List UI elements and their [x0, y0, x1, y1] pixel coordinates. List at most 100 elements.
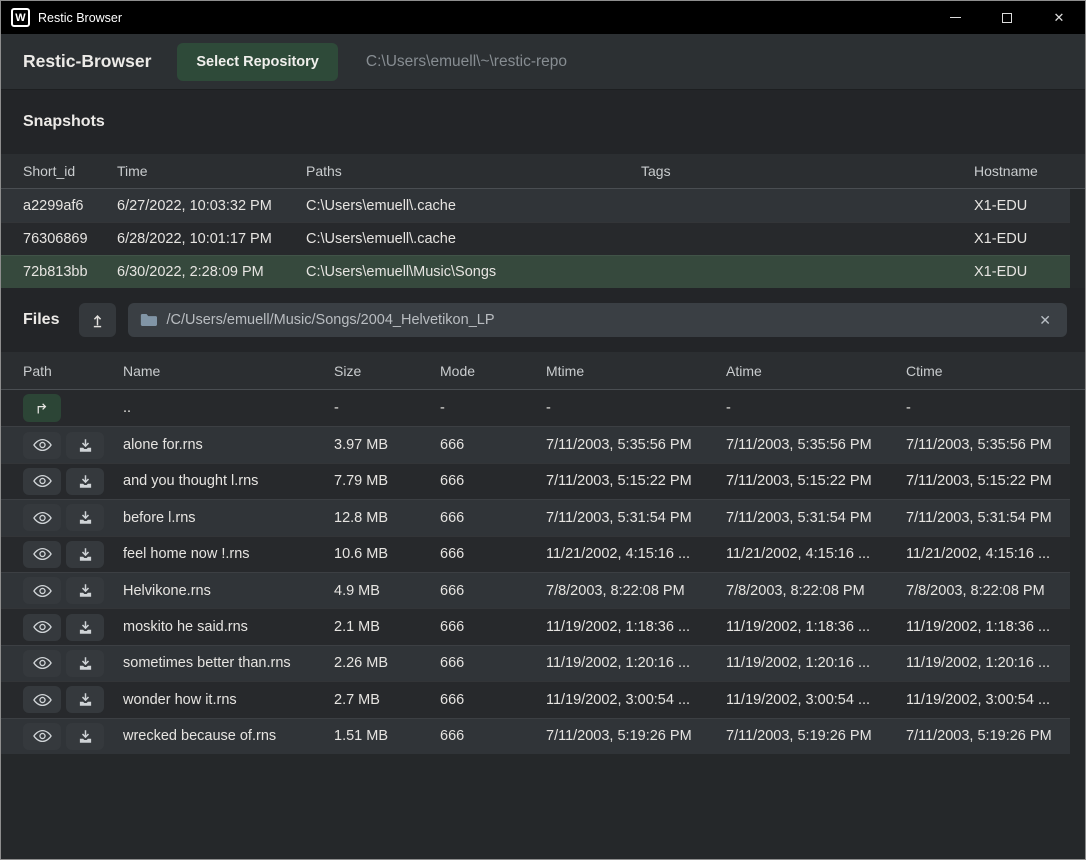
view-file-button[interactable]: [23, 541, 61, 568]
snapshot-paths-cell: C:\Users\emuell\.cache: [306, 189, 641, 222]
eye-icon: [33, 474, 52, 488]
wails-logo-icon: W: [11, 8, 30, 27]
window-title: Restic Browser: [38, 11, 929, 25]
close-icon: ✕: [1054, 11, 1065, 24]
file-ctime-cell: 11/19/2002, 1:20:16 ...: [906, 646, 1070, 681]
view-file-button[interactable]: [23, 577, 61, 604]
file-row[interactable]: before l.rns12.8 MB6667/11/2003, 5:31:54…: [1, 499, 1070, 535]
file-name-cell: wrecked because of.rns: [123, 719, 334, 754]
snapshot-row[interactable]: a2299af66/27/2022, 10:03:32 PMC:\Users\e…: [1, 189, 1070, 222]
file-row[interactable]: Helvikone.rns4.9 MB6667/8/2003, 8:22:08 …: [1, 572, 1070, 608]
file-ctime-cell: 11/19/2002, 1:18:36 ...: [906, 609, 1070, 644]
window-controls: ✕: [929, 1, 1085, 34]
eye-icon: [33, 729, 52, 743]
file-mode-cell: 666: [440, 537, 546, 572]
download-file-button[interactable]: [66, 650, 104, 677]
view-file-button[interactable]: [23, 614, 61, 641]
file-atime-cell: 11/19/2002, 3:00:54 ...: [726, 682, 906, 717]
file-name-cell: and you thought l.rns: [123, 464, 334, 499]
download-file-button[interactable]: [66, 504, 104, 531]
maximize-icon: [1002, 13, 1012, 23]
view-file-button[interactable]: [23, 432, 61, 459]
view-file-button[interactable]: [23, 650, 61, 677]
app-title: Restic-Browser: [23, 51, 151, 72]
view-file-button[interactable]: [23, 723, 61, 750]
snapshots-title: Snapshots: [23, 113, 105, 131]
path-input[interactable]: [166, 312, 1026, 328]
file-row-parent[interactable]: ..-----: [1, 390, 1070, 426]
maximize-button[interactable]: [981, 1, 1033, 34]
file-ctime-cell: 7/11/2003, 5:15:22 PM: [906, 464, 1070, 499]
snapshots-table-body: a2299af66/27/2022, 10:03:32 PMC:\Users\e…: [1, 189, 1070, 288]
eye-icon: [33, 511, 52, 525]
eye-icon: [33, 438, 52, 452]
download-icon: [78, 729, 93, 744]
snapshot-short-id-cell: 76306869: [23, 223, 117, 255]
file-size-cell: 2.1 MB: [334, 609, 440, 644]
eye-icon: [33, 693, 52, 707]
go-parent-directory-button[interactable]: [23, 394, 61, 422]
file-mode-cell: 666: [440, 646, 546, 681]
file-size-cell: 2.26 MB: [334, 646, 440, 681]
column-header-short-id: Short_id: [23, 154, 117, 188]
download-file-button[interactable]: [66, 432, 104, 459]
snapshot-row[interactable]: 763068696/28/2022, 10:01:17 PMC:\Users\e…: [1, 222, 1070, 255]
file-row[interactable]: feel home now !.rns10.6 MB66611/21/2002,…: [1, 536, 1070, 572]
snapshots-table-header: Short_id Time Paths Tags Hostname: [1, 154, 1085, 189]
minimize-icon: [950, 17, 961, 18]
up-from-bar-icon-button[interactable]: [79, 303, 116, 337]
column-header-size: Size: [334, 352, 440, 389]
view-file-button[interactable]: [23, 468, 61, 495]
file-row-actions: [23, 573, 123, 608]
file-row[interactable]: sometimes better than.rns2.26 MB66611/19…: [1, 645, 1070, 681]
file-row[interactable]: and you thought l.rns7.79 MB6667/11/2003…: [1, 463, 1070, 499]
up-from-bar-icon: [91, 313, 104, 328]
snapshots-section-header: Snapshots: [1, 90, 1085, 154]
download-file-button[interactable]: [66, 686, 104, 713]
file-row[interactable]: moskito he said.rns2.1 MB66611/19/2002, …: [1, 608, 1070, 644]
file-row[interactable]: alone for.rns3.97 MB6667/11/2003, 5:35:5…: [1, 426, 1070, 462]
app-window: W Restic Browser ✕ Restic-Browser Select…: [0, 0, 1086, 860]
snapshot-time-cell: 6/27/2022, 10:03:32 PM: [117, 189, 306, 222]
file-row[interactable]: wonder how it.rns2.7 MB66611/19/2002, 3:…: [1, 681, 1070, 717]
file-ctime-cell: -: [906, 390, 1070, 426]
select-repository-button[interactable]: Select Repository: [177, 43, 338, 81]
file-row-actions: [23, 427, 123, 462]
view-file-button[interactable]: [23, 504, 61, 531]
download-file-button[interactable]: [66, 723, 104, 750]
file-size-cell: 2.7 MB: [334, 682, 440, 717]
column-header-time: Time: [117, 154, 306, 188]
file-row-actions: [23, 500, 123, 535]
clear-path-button[interactable]: ✕: [1035, 311, 1055, 329]
view-file-button[interactable]: [23, 686, 61, 713]
empty-area: [1, 754, 1085, 860]
download-icon: [78, 583, 93, 598]
file-mode-cell: 666: [440, 427, 546, 462]
close-button[interactable]: ✕: [1033, 1, 1085, 34]
download-file-button[interactable]: [66, 468, 104, 495]
download-file-button[interactable]: [66, 577, 104, 604]
snapshot-row[interactable]: 72b813bb6/30/2022, 2:28:09 PMC:\Users\em…: [1, 255, 1070, 288]
file-row-actions: [23, 609, 123, 644]
file-mtime-cell: 7/11/2003, 5:31:54 PM: [546, 500, 726, 535]
eye-icon: [33, 656, 52, 670]
file-row-actions: [23, 682, 123, 717]
file-size-cell: 1.51 MB: [334, 719, 440, 754]
file-row[interactable]: wrecked because of.rns1.51 MB6667/11/200…: [1, 718, 1070, 754]
file-name-cell: alone for.rns: [123, 427, 334, 462]
file-mtime-cell: -: [546, 390, 726, 426]
file-name-cell: before l.rns: [123, 500, 334, 535]
file-atime-cell: 11/19/2002, 1:20:16 ...: [726, 646, 906, 681]
snapshot-time-cell: 6/28/2022, 10:01:17 PM: [117, 223, 306, 255]
files-table-body: ..-----alone for.rns3.97 MB6667/11/2003,…: [1, 390, 1070, 754]
download-file-button[interactable]: [66, 614, 104, 641]
download-file-button[interactable]: [66, 541, 104, 568]
minimize-button[interactable]: [929, 1, 981, 34]
file-row-actions: [23, 390, 123, 426]
file-atime-cell: 7/11/2003, 5:15:22 PM: [726, 464, 906, 499]
file-name-cell: Helvikone.rns: [123, 573, 334, 608]
column-header-paths: Paths: [306, 154, 641, 188]
download-icon: [78, 656, 93, 671]
file-mode-cell: 666: [440, 500, 546, 535]
snapshot-tags-cell: [641, 223, 974, 255]
